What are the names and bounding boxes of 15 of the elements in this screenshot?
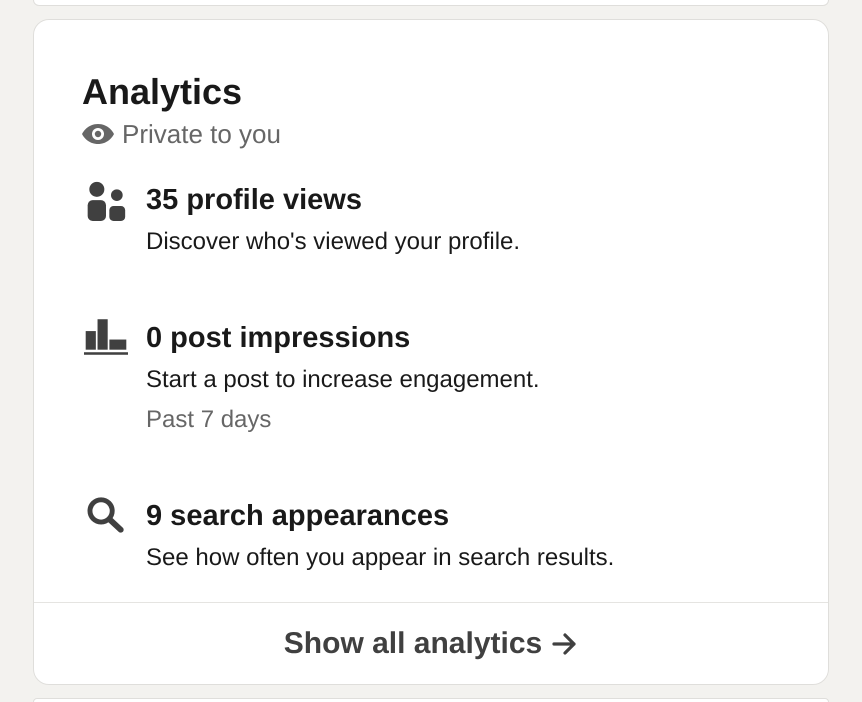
stat-description: See how often you appear in search results.: [146, 543, 614, 573]
stat-title[interactable]: 35 profile views: [146, 180, 520, 220]
stat-title[interactable]: 9 search appearances: [146, 496, 614, 536]
stat-description: Start a post to increase engagement.: [146, 365, 540, 395]
people-icon: [86, 181, 126, 221]
stat-title[interactable]: 0 post impressions: [146, 318, 540, 358]
search-icon: [86, 497, 126, 533]
time-range-note: Past 7 days: [146, 405, 272, 435]
privacy-note: Private to you: [122, 118, 281, 150]
bar-chart-icon: [84, 319, 128, 355]
card-title: Analytics: [82, 70, 244, 114]
show-all-analytics-link[interactable]: Show all analytics: [274, 622, 588, 666]
arrow-right-icon: [552, 632, 578, 654]
eye-icon: [82, 124, 114, 144]
stat-description: Discover who's viewed your profile.: [146, 227, 520, 257]
